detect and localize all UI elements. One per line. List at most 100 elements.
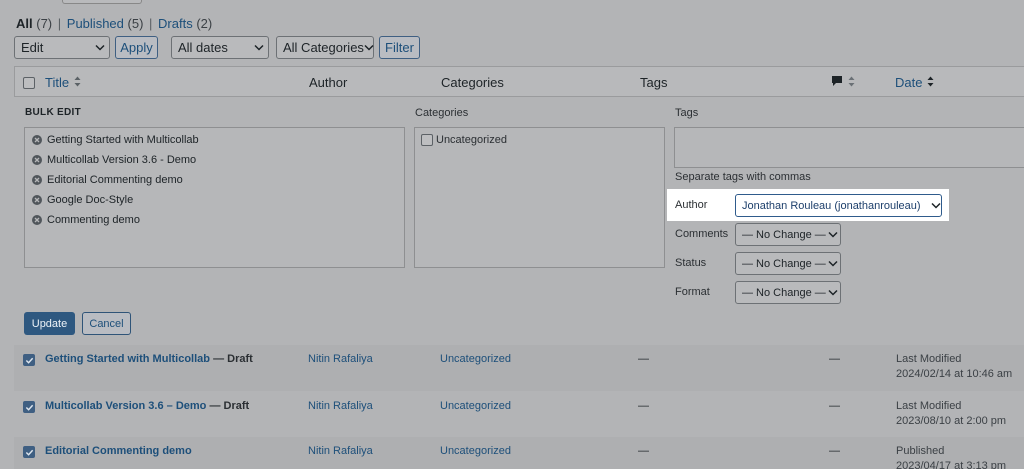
author-link[interactable]: Nitin Rafaliya	[308, 353, 373, 365]
bulk-post-item: Google Doc-Style	[32, 193, 133, 207]
filter-published-count: (5)	[127, 16, 144, 31]
post-title-link[interactable]: Editorial Commenting demo	[45, 445, 192, 457]
sort-icon	[922, 75, 934, 90]
author-link[interactable]: Nitin Rafaliya	[308, 445, 373, 457]
update-button[interactable]: Update	[24, 312, 75, 335]
comments-select-value: — No Change —	[742, 228, 826, 241]
date-filter-select[interactable]: All dates	[171, 36, 269, 59]
select-all-checkbox-cell[interactable]	[23, 67, 35, 98]
filter-published[interactable]: Published	[67, 16, 124, 31]
category-checklist	[414, 127, 665, 268]
tags-textarea[interactable]	[674, 127, 1024, 168]
category-link[interactable]: Uncategorized	[440, 353, 511, 365]
author-select[interactable]: Jonathan Rouleau (jonathanrouleau)	[735, 194, 942, 217]
filter-all-count: (7)	[36, 16, 53, 31]
sort-icon	[843, 75, 855, 90]
bulk-post-title: Commenting demo	[47, 214, 140, 226]
filter-button[interactable]: Filter	[379, 36, 420, 59]
post-title-link[interactable]: Getting Started with Multicollab	[45, 353, 210, 365]
filter-drafts-count: (2)	[196, 16, 213, 31]
table-row: Getting Started with Multicollab — Draft…	[14, 345, 1024, 391]
bulk-action-select[interactable]: Edit	[14, 36, 110, 59]
checkmark-icon	[25, 357, 33, 364]
column-categories: Categories	[441, 75, 504, 90]
author-select-value: Jonathan Rouleau (jonathanrouleau)	[742, 199, 921, 212]
category-link[interactable]: Uncategorized	[440, 445, 511, 457]
bulk-post-title: Multicollab Version 3.6 - Demo	[47, 154, 197, 166]
bulk-edit-heading: BULK EDIT	[25, 107, 82, 118]
column-comments[interactable]	[831, 67, 855, 98]
column-date-label[interactable]: Date	[895, 75, 922, 90]
remove-icon[interactable]	[32, 155, 42, 165]
comments-cell: —	[829, 353, 840, 365]
row-checkbox[interactable]	[23, 446, 35, 458]
status-filter-links: All (7) | Published (5) | Drafts (2)	[16, 16, 212, 31]
category-checkbox[interactable]	[421, 134, 433, 146]
column-date[interactable]: Date	[895, 67, 934, 98]
column-tags: Tags	[640, 75, 668, 90]
status-select-value: — No Change —	[742, 257, 826, 270]
date-value: 2024/02/14 at 10:46 am	[896, 368, 1013, 380]
bulk-post-title: Editorial Commenting demo	[47, 174, 183, 186]
chevron-down-icon	[250, 44, 268, 51]
category-option[interactable]: Uncategorized	[421, 134, 507, 146]
comments-cell: —	[829, 400, 840, 412]
date-status: Last Modified	[896, 353, 962, 365]
cancel-button[interactable]: Cancel	[82, 312, 131, 335]
chevron-down-icon	[826, 260, 840, 267]
category-option-label: Uncategorized	[436, 134, 507, 146]
tags-cell: —	[638, 445, 649, 457]
category-filter-select[interactable]: All Categories	[276, 36, 374, 59]
bulk-post-title: Getting Started with Multicollab	[47, 134, 199, 146]
date-status: Last Modified	[896, 400, 962, 412]
bulk-post-item: Editorial Commenting demo	[32, 173, 183, 187]
filter-all[interactable]: All	[16, 16, 33, 31]
column-title[interactable]: Title	[45, 67, 81, 98]
bulk-post-item: Multicollab Version 3.6 - Demo	[32, 153, 196, 167]
select-all-checkbox[interactable]	[23, 76, 35, 89]
chevron-down-icon	[931, 200, 941, 212]
column-title-label[interactable]: Title	[45, 75, 69, 90]
bulk-post-item: Getting Started with Multicollab	[32, 133, 199, 147]
post-state: — Draft	[209, 400, 250, 412]
comments-label: Comments	[675, 228, 729, 240]
format-select[interactable]: — No Change —	[735, 281, 841, 304]
comments-select[interactable]: — No Change —	[735, 223, 841, 246]
bulk-post-title: Google Doc-Style	[47, 194, 134, 206]
chevron-down-icon	[91, 44, 109, 51]
date-value: 2023/04/17 at 3:13 pm	[896, 460, 1007, 469]
row-title-cell: Multicollab Version 3.6 – Demo — Draft	[45, 400, 249, 412]
tags-cell: —	[638, 353, 649, 365]
author-link[interactable]: Nitin Rafaliya	[308, 400, 373, 412]
remove-icon[interactable]	[32, 215, 42, 225]
table-row: Multicollab Version 3.6 – Demo — Draft N…	[14, 391, 1024, 437]
category-filter-value: All Categories	[283, 40, 364, 55]
remove-icon[interactable]	[32, 135, 42, 145]
author-label: Author	[675, 199, 708, 211]
tags-cell: —	[638, 400, 649, 412]
status-select[interactable]: — No Change —	[735, 252, 841, 275]
table-header: Title Author Categories Tags Date	[14, 66, 1024, 97]
filter-separator: |	[149, 16, 153, 31]
top-cut-button[interactable]	[62, 0, 142, 4]
remove-icon[interactable]	[32, 195, 42, 205]
row-checkbox[interactable]	[23, 401, 35, 413]
post-state: — Draft	[213, 353, 253, 365]
checkmark-icon	[25, 449, 33, 456]
row-title-cell: Getting Started with Multicollab — Draft	[45, 353, 253, 365]
post-title-link[interactable]: Multicollab Version 3.6 – Demo	[45, 400, 206, 412]
row-checkbox[interactable]	[23, 354, 35, 366]
filter-separator: |	[57, 16, 62, 31]
date-value: 2023/08/10 at 2:00 pm	[896, 415, 1007, 427]
filter-drafts[interactable]: Drafts	[158, 16, 193, 31]
format-label: Format	[675, 286, 710, 298]
bulk-tags-label: Tags	[675, 107, 699, 119]
table-row: Editorial Commenting demo Nitin Rafaliya…	[14, 437, 1024, 469]
chevron-down-icon	[364, 44, 374, 51]
category-link[interactable]: Uncategorized	[440, 400, 511, 412]
apply-button[interactable]: Apply	[115, 36, 158, 59]
bulk-categories-label: Categories	[415, 107, 469, 119]
remove-icon[interactable]	[32, 175, 42, 185]
chevron-down-icon	[826, 289, 840, 296]
row-title-cell: Editorial Commenting demo	[45, 445, 192, 457]
